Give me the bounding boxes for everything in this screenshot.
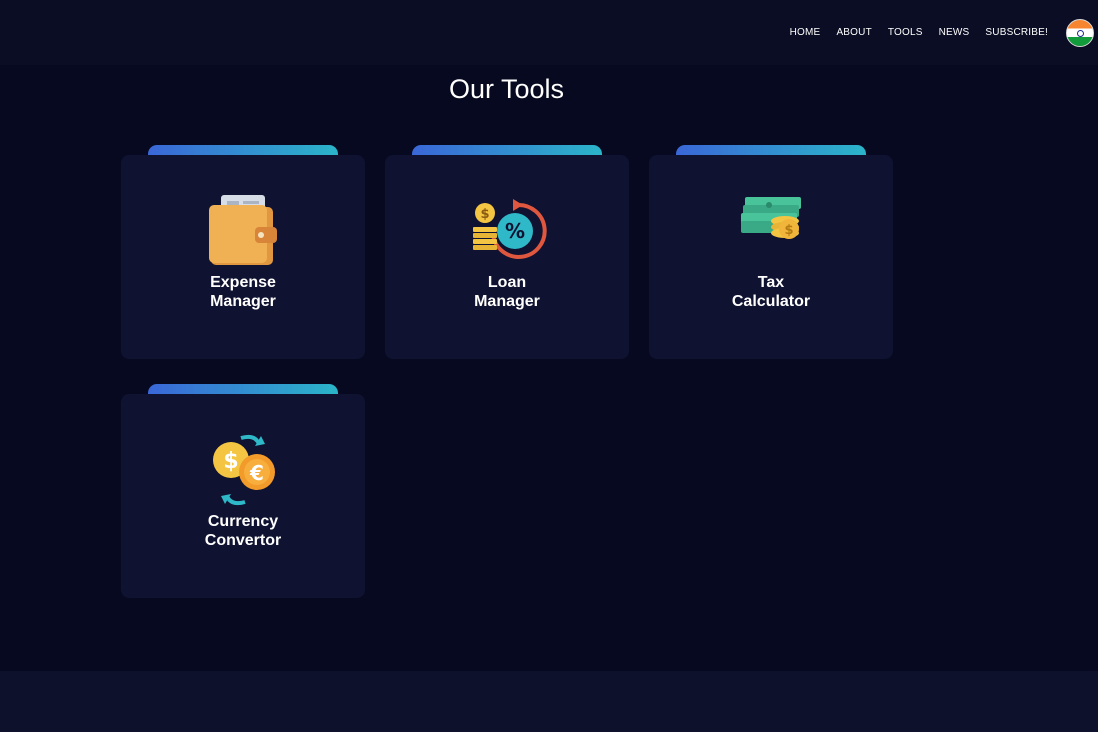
card-body[interactable]: % $ Loan Manager — [385, 155, 629, 359]
main-nav: HOME ABOUT TOOLS NEWS SUBSCRIBE! — [790, 27, 1048, 38]
tool-label-line1: Currency — [207, 513, 279, 530]
svg-text:$: $ — [784, 223, 793, 238]
top-header: HOME ABOUT TOOLS NEWS SUBSCRIBE! — [0, 0, 1098, 65]
nav-home[interactable]: HOME — [790, 27, 821, 38]
india-flag-icon[interactable] — [1066, 19, 1094, 47]
svg-text:$: $ — [223, 449, 238, 474]
tool-label-line1: Expense — [210, 274, 276, 291]
money-stack-icon: $ — [741, 197, 801, 239]
page-footer — [0, 671, 1098, 732]
tool-label: Expense Manager — [121, 273, 365, 311]
page-title: Our Tools — [448, 74, 565, 104]
tool-card-expense-manager[interactable]: Expense Manager — [121, 145, 365, 359]
tool-label-line2: Calculator — [731, 293, 811, 310]
card-body[interactable]: Expense Manager — [121, 155, 365, 359]
card-body[interactable]: $ Tax Calculator — [649, 155, 893, 359]
tool-label-line2: Manager — [210, 293, 276, 310]
flag-chakra — [1077, 30, 1084, 37]
currency-exchange-icon: $ € — [213, 434, 275, 506]
tool-card-loan-manager[interactable]: % $ Loan Manager — [385, 145, 629, 359]
tool-label: Tax Calculator — [649, 273, 893, 311]
nav-tools[interactable]: TOOLS — [888, 27, 923, 38]
nav-news[interactable]: NEWS — [939, 27, 970, 38]
tool-label-line2: Convertor — [204, 532, 282, 549]
nav-about[interactable]: ABOUT — [836, 27, 871, 38]
loan-percent-icon: % $ — [473, 199, 547, 259]
tool-card-tax-calculator[interactable]: $ Tax Calculator — [649, 145, 893, 359]
tool-label-line2: Manager — [474, 293, 540, 310]
tool-label-line1: Loan — [487, 274, 527, 291]
tool-label: Loan Manager — [385, 273, 629, 311]
svg-text:$: $ — [480, 207, 489, 222]
tool-card-currency-convertor[interactable]: $ € Currency Convertor — [121, 384, 365, 598]
tool-label-line1: Tax — [757, 274, 785, 291]
nav-subscribe[interactable]: SUBSCRIBE! — [985, 27, 1048, 38]
svg-text:%: % — [505, 219, 525, 243]
wallet-icon — [209, 195, 277, 265]
tool-label: Currency Convertor — [121, 512, 365, 550]
card-body[interactable]: $ € Currency Convertor — [121, 394, 365, 598]
svg-text:€: € — [249, 461, 264, 485]
